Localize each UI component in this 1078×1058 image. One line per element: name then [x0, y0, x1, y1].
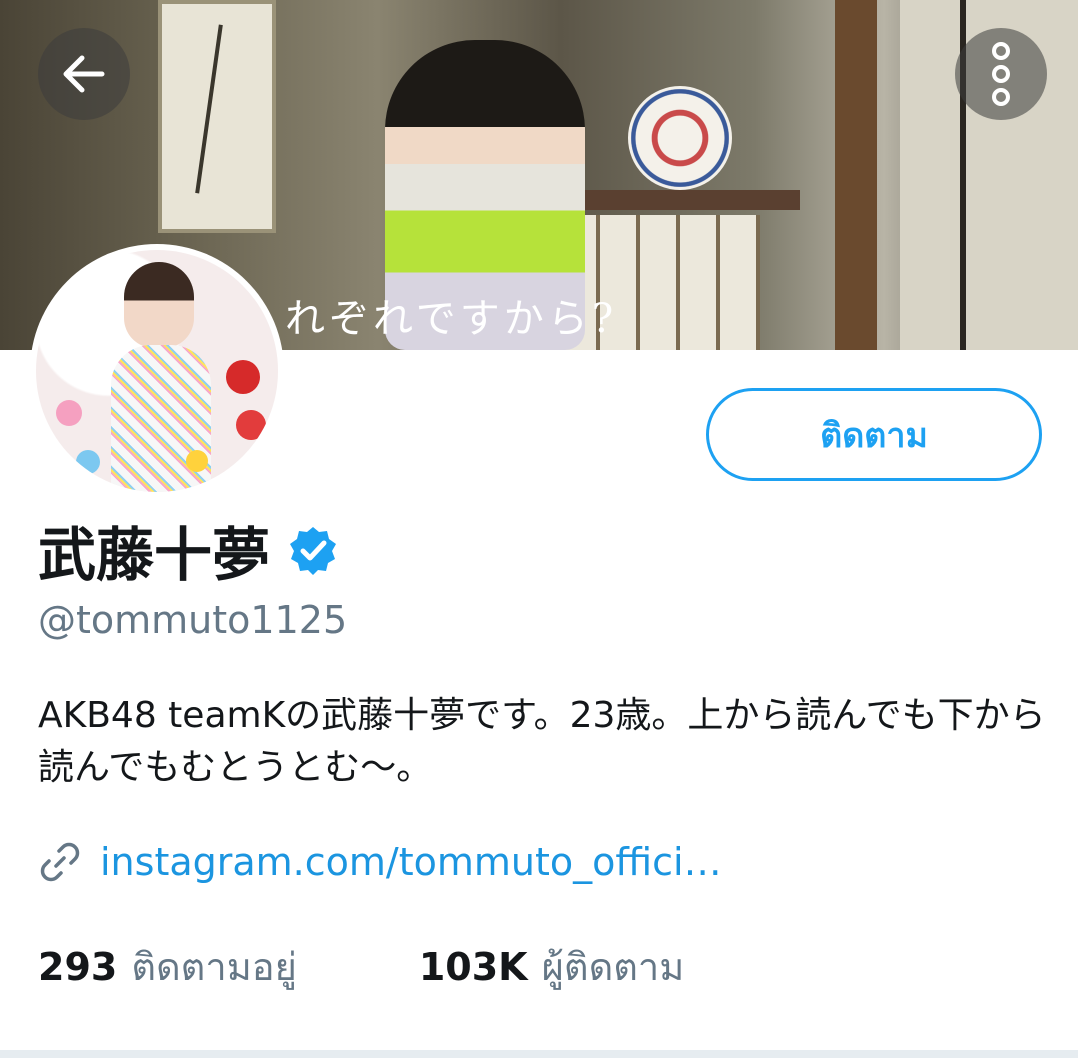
followers-count: 103K: [418, 945, 528, 989]
followers-stat[interactable]: 103K ผู้ติดตาม: [419, 936, 684, 997]
link-icon: [40, 842, 80, 882]
profile-bio: AKB48 teamKの武藤十夢です。23歳。上から読んでも下から読んでもむとう…: [38, 695, 1046, 788]
avatar-image: [36, 250, 278, 492]
banner-scroll-painting: [158, 0, 276, 233]
user-handle: @tommuto1125: [38, 598, 348, 642]
banner-plate: [628, 86, 732, 190]
profile-link[interactable]: instagram.com/tommuto_offici…: [100, 840, 722, 884]
more-options-button[interactable]: [955, 28, 1047, 120]
following-stat[interactable]: 293 ติดตามอยู่: [38, 936, 297, 997]
display-name: 武藤十夢: [38, 521, 271, 589]
more-vertical-icon: [992, 42, 1010, 106]
banner-caption: れぞれですから?: [285, 296, 618, 342]
arrow-left-icon: [63, 55, 105, 93]
following-label: ติดตามอยู่: [131, 945, 297, 989]
banner-shelf: [560, 190, 800, 210]
banner-pillar: [835, 0, 877, 350]
following-count: 293: [38, 945, 118, 989]
follow-stats: 293 ติดตามอยู่ 103K ผู้ติดตาม: [38, 936, 684, 997]
avatar[interactable]: [30, 244, 284, 498]
profile-link-row[interactable]: instagram.com/tommuto_offici…: [38, 840, 722, 884]
followers-label: ผู้ติดตาม: [541, 945, 685, 989]
follow-button[interactable]: ติดตาม: [706, 388, 1042, 481]
section-divider: [0, 1050, 1078, 1058]
name-row: 武藤十夢: [38, 508, 338, 592]
back-button[interactable]: [38, 28, 130, 120]
verified-badge-icon: [290, 527, 337, 575]
